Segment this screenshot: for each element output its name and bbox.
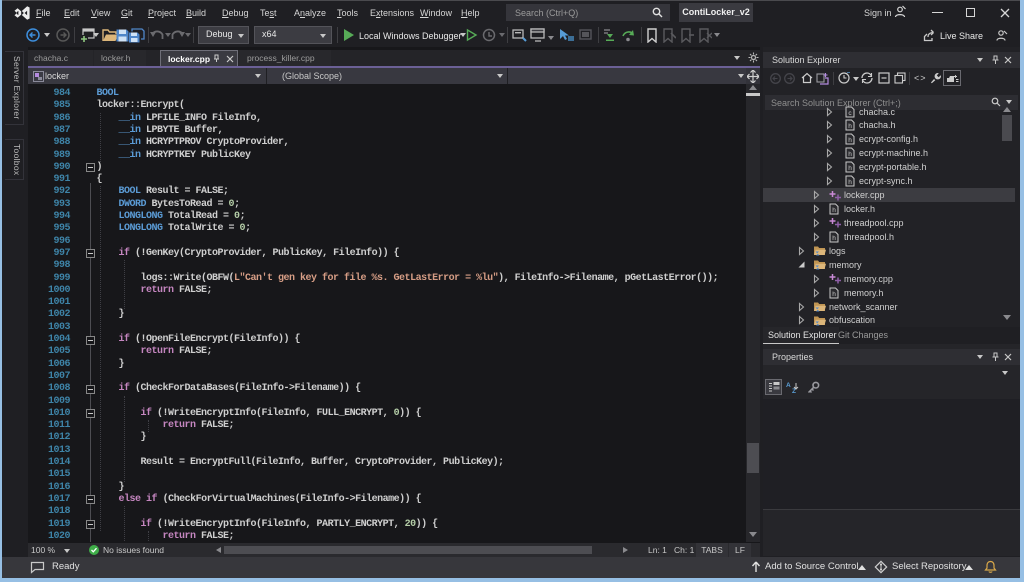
svg-text:A: A xyxy=(786,382,791,389)
svg-text:h: h xyxy=(848,123,852,130)
svg-text:h: h xyxy=(848,165,852,172)
svg-text:h: h xyxy=(832,207,836,214)
svg-text:h: h xyxy=(832,235,836,242)
svg-text:h: h xyxy=(832,291,836,298)
svg-text:h: h xyxy=(848,179,852,186)
svg-text:h: h xyxy=(848,151,852,158)
svg-text:h: h xyxy=(848,137,852,144)
